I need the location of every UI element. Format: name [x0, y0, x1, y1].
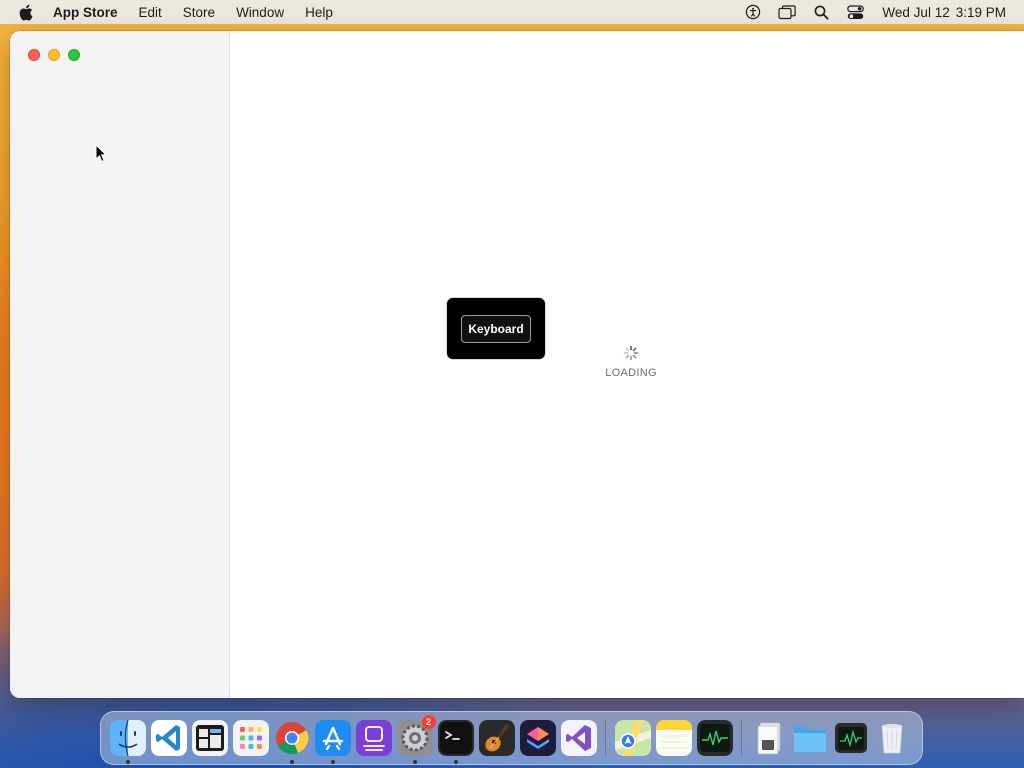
- control-center-icon[interactable]: [838, 0, 872, 24]
- spinner-icon: [623, 345, 639, 361]
- dock-activity-monitor[interactable]: [696, 719, 734, 757]
- minimize-window-button[interactable]: [48, 49, 60, 61]
- vscode-icon: [150, 720, 187, 756]
- loading-label: LOADING: [605, 367, 657, 379]
- menu-help[interactable]: Help: [305, 5, 333, 20]
- menu-bar: App Store Edit Store Window Help Wed Jul…: [0, 0, 1024, 24]
- menu-window[interactable]: Window: [236, 5, 284, 20]
- dock-activity-monitor-window[interactable]: [832, 719, 870, 757]
- running-indicator: [453, 760, 458, 764]
- menu-edit[interactable]: Edit: [139, 5, 162, 20]
- shortcuts-icon: [519, 720, 556, 756]
- keyboard-hud: Keyboard: [447, 298, 545, 359]
- menu-bar-clock[interactable]: Wed Jul 12 3:19 PM: [882, 5, 1006, 20]
- activity-monitor-window-icon: [834, 723, 867, 753]
- sidebar: [10, 31, 230, 698]
- finder-icon: [109, 720, 146, 756]
- running-indicator: [289, 760, 294, 764]
- running-indicator: [125, 760, 130, 764]
- trash-icon: [881, 724, 902, 754]
- running-indicator: [330, 760, 335, 764]
- mouse-pointer-icon: [95, 144, 107, 163]
- dock-maps[interactable]: [614, 719, 652, 757]
- accessibility-icon[interactable]: [736, 0, 770, 24]
- dock-system-settings[interactable]: 2: [396, 715, 436, 764]
- status-area: Wed Jul 12 3:19 PM: [736, 0, 1024, 24]
- dock-separator: [741, 719, 742, 757]
- document-stack-icon: [757, 722, 780, 755]
- dock-app-store[interactable]: [314, 719, 352, 764]
- dock-window-manager[interactable]: [191, 719, 229, 757]
- terminal-icon: [437, 720, 474, 756]
- dock-vscode[interactable]: [150, 719, 188, 757]
- dock-document-stack[interactable]: [750, 719, 788, 757]
- launchpad-icon: [232, 720, 269, 756]
- notification-badge: 2: [421, 715, 436, 729]
- window-manager-icon: [191, 720, 228, 756]
- dock-garageband[interactable]: [478, 719, 516, 757]
- spotlight-search-icon[interactable]: [804, 0, 838, 24]
- maps-icon: [614, 720, 651, 756]
- app-store-window: Keyboard LOADING: [10, 31, 1024, 698]
- apple-logo-icon[interactable]: [18, 3, 36, 21]
- dock-finder[interactable]: [109, 719, 147, 764]
- screen-mirroring-icon[interactable]: [770, 0, 804, 24]
- purple-app-icon: [355, 720, 392, 756]
- dock-shortcuts[interactable]: [519, 719, 557, 757]
- dock-purple-app[interactable]: [355, 719, 393, 757]
- dock-terminal[interactable]: [437, 719, 475, 764]
- dock-chrome[interactable]: [273, 719, 311, 764]
- window-controls: [28, 49, 80, 61]
- dock-trash[interactable]: [873, 719, 911, 757]
- garageband-icon: [478, 720, 515, 756]
- menu-app-name[interactable]: App Store: [53, 5, 118, 20]
- zoom-window-button[interactable]: [68, 49, 80, 61]
- activity-monitor-icon: [696, 720, 733, 756]
- dock-folder[interactable]: [791, 719, 829, 757]
- visual-studio-icon: [560, 720, 597, 756]
- running-indicator: [412, 760, 417, 764]
- chrome-icon: [275, 722, 308, 754]
- app-store-icon: [314, 720, 351, 756]
- folder-icon: [793, 727, 826, 752]
- clock-date: Wed Jul 12: [882, 4, 950, 20]
- clock-time: 3:19 PM: [955, 4, 1006, 20]
- dock: 2: [100, 711, 923, 765]
- dock-notes[interactable]: [655, 719, 693, 757]
- notes-icon: [655, 720, 692, 756]
- dock-visual-studio[interactable]: [560, 719, 598, 757]
- dock-launchpad[interactable]: [232, 719, 270, 757]
- menu-store[interactable]: Store: [183, 5, 215, 20]
- dock-separator: [605, 719, 606, 757]
- keyboard-key-label: Keyboard: [461, 314, 531, 343]
- close-window-button[interactable]: [28, 49, 40, 61]
- loading-indicator: LOADING: [600, 345, 662, 379]
